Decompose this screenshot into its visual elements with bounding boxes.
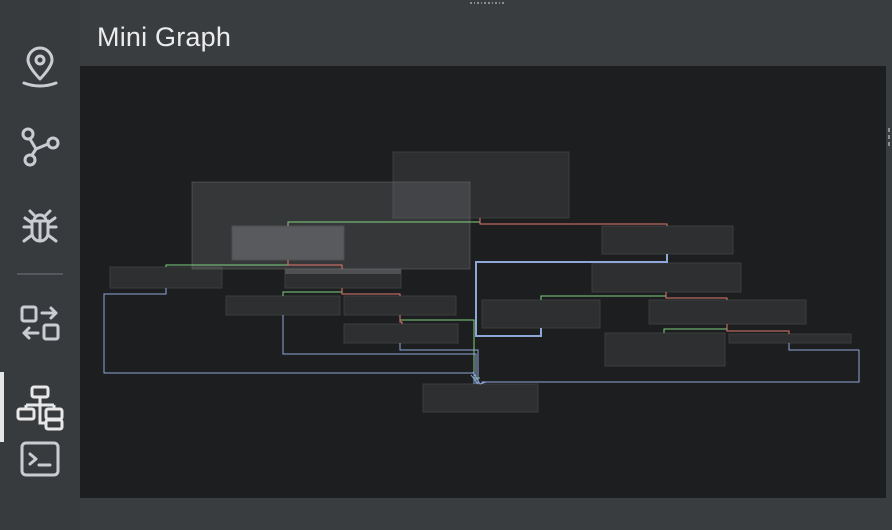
panel-drag-handle[interactable] [470, 2, 504, 6]
graph-node[interactable] [225, 295, 341, 316]
panel-title: Mini Graph [97, 22, 232, 52]
right-panel-resize-handle[interactable] [886, 128, 892, 160]
swap-arrows-icon [20, 305, 60, 341]
sidebar-divider [17, 273, 63, 275]
sidebar-item-terminal[interactable] [0, 428, 80, 490]
sidebar-item-debug[interactable] [0, 196, 80, 258]
mini-graph-canvas[interactable] [80, 66, 886, 498]
sidebar [0, 0, 80, 530]
graph-node[interactable] [481, 299, 601, 329]
graph-node[interactable] [343, 295, 457, 316]
graph-node[interactable] [109, 266, 223, 289]
graph-edge [282, 288, 343, 296]
graph-node[interactable] [591, 262, 742, 293]
graph-node[interactable] [604, 332, 726, 367]
graph-edge [726, 324, 790, 334]
viewport-indicator[interactable] [191, 181, 471, 270]
graph-node[interactable] [422, 383, 539, 413]
sidebar-item-changes[interactable] [0, 292, 80, 354]
graph-edge [663, 324, 728, 333]
terminal-icon [20, 441, 60, 477]
graph-edge [540, 292, 667, 300]
graph-edge [341, 288, 401, 296]
sidebar-item-graph[interactable] [0, 116, 80, 178]
graph-edge [665, 292, 728, 300]
graph-node[interactable] [343, 323, 459, 344]
graph-edge [479, 218, 668, 226]
bug-icon [22, 209, 58, 243]
graph-nodes-icon [21, 127, 60, 167]
shield-icon [16, 0, 64, 16]
sidebar-item-partial[interactable] [0, 0, 80, 12]
sidebar-item-location[interactable] [0, 36, 80, 98]
hierarchy-icon [16, 385, 64, 431]
graph-node[interactable] [648, 299, 807, 325]
mini-graph-svg [103, 151, 860, 413]
graph-node[interactable] [728, 333, 852, 344]
graph-node-header [285, 269, 401, 274]
location-pin-icon [22, 46, 58, 88]
graph-node[interactable] [601, 225, 734, 255]
graph-edge [399, 343, 479, 384]
